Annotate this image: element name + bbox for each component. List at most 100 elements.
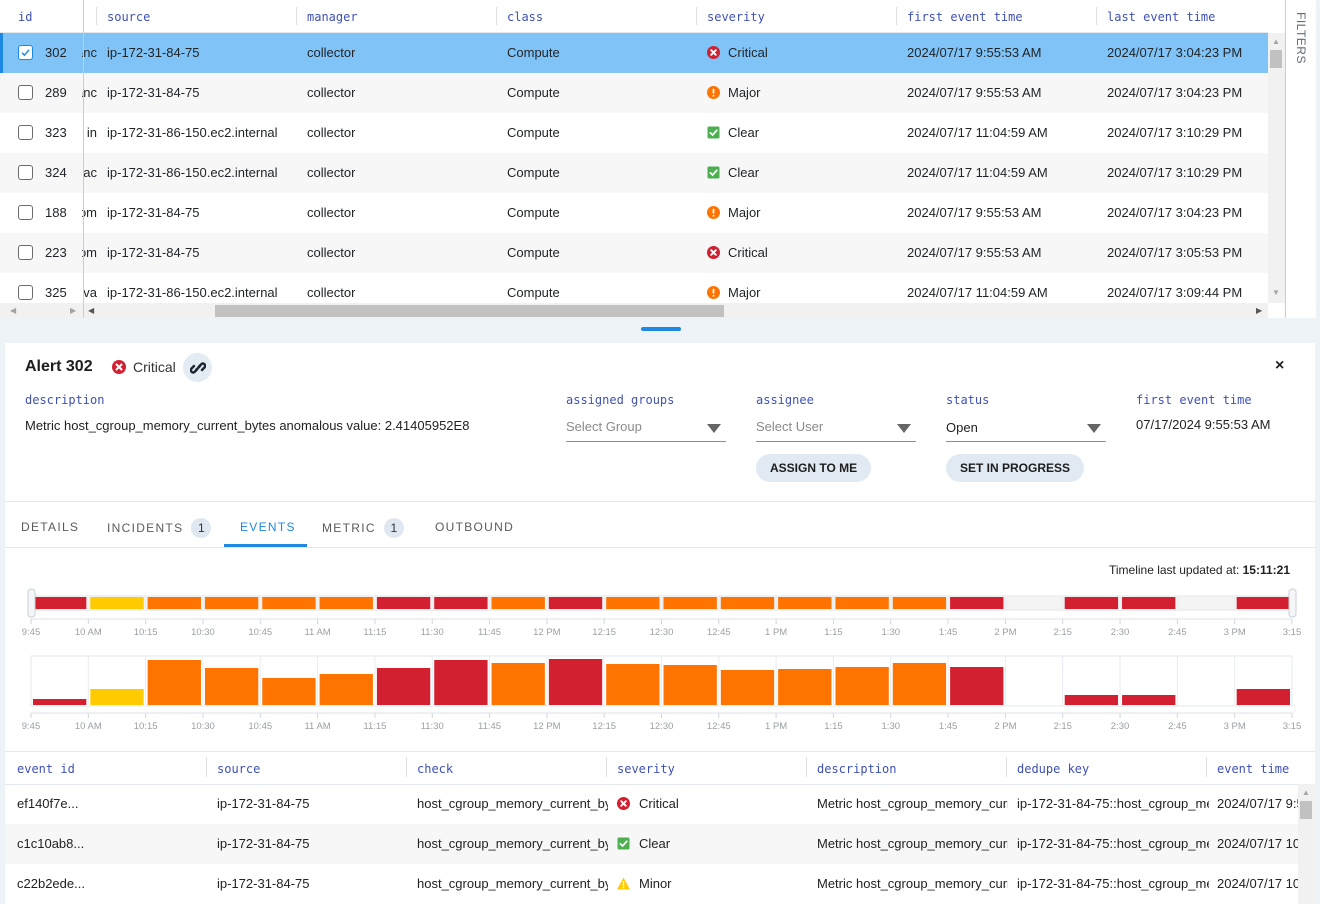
copy-link-button[interactable] [183,353,212,382]
table-row[interactable]: 223 om ip-172-31-84-75 collector Compute Crit… [0,233,1268,273]
column-header-source[interactable]: source [107,10,150,24]
status-value: Open [946,420,978,435]
tab-incidents[interactable]: INCIDENTS 1 [107,518,212,538]
column-header-source[interactable]: source [217,762,260,776]
tab-events[interactable]: EVENTS [240,520,296,534]
events-vertical-scrollbar[interactable]: ▲ [1298,784,1315,904]
scrollbar-thumb[interactable] [215,305,724,317]
x-tick-label: 3 PM [1224,627,1246,638]
row-checkbox[interactable] [18,165,33,180]
filters-panel-toggle[interactable]: FILTERS [1285,0,1316,318]
vertical-scrollbar[interactable]: ▲ ▼ [1268,33,1285,303]
divider [5,547,1315,548]
column-separator[interactable] [296,7,297,25]
close-button[interactable]: × [1275,357,1284,375]
status-select[interactable]: Open [946,414,1106,442]
column-header-severity[interactable]: severity [617,762,675,776]
assigned-groups-select[interactable]: Select Group [566,414,726,442]
critical-icon [707,246,720,259]
scroll-left-arrow-icon[interactable]: ◀ [88,306,94,315]
row-checkbox[interactable] [18,285,33,300]
table-row[interactable]: 188 om ip-172-31-84-75 collector Compute Majo… [0,193,1268,233]
timeline-strip-cell [835,597,889,609]
cell-clipped-column: om [82,205,97,220]
histogram-bar [319,674,373,705]
x-tick-label: 10:45 [248,627,272,638]
cell-first-event-time: 2024/07/17 11:04:59 AM [907,125,1048,140]
table-row[interactable]: c1c10ab8... ip-172-31-84-75 host_cgroup_me… [5,824,1298,864]
range-handle-left[interactable] [27,588,36,618]
column-separator[interactable] [896,7,897,25]
set-in-progress-button[interactable]: SET IN PROGRESS [946,454,1085,482]
column-separator[interactable] [1096,7,1097,25]
row-checkbox[interactable] [18,205,33,220]
table-row[interactable]: 302 anc ip-172-31-84-75 collector Compute Cri… [0,33,1268,73]
table-row[interactable]: 289 anc ip-172-31-84-75 collector Compute Maj… [0,73,1268,113]
panel-resize-handle[interactable] [641,327,681,331]
column-separator[interactable] [806,757,807,777]
timeline-strip-cell [376,597,431,609]
cell-clipped-column: ac [83,165,97,180]
row-checkbox[interactable] [18,125,33,140]
column-separator[interactable] [1006,757,1007,777]
scroll-left-arrow-icon[interactable]: ◀ [10,306,16,315]
x-tick-label: 2:45 [1168,721,1187,732]
column-header-event-id[interactable]: event id [17,762,75,776]
scroll-up-arrow-icon[interactable]: ▲ [1302,788,1310,797]
assignee-select[interactable]: Select User [756,414,916,442]
minor-icon [617,877,630,890]
histogram-bar [835,667,889,705]
row-checkbox[interactable] [18,85,33,100]
cell-last-event-time: 2024/07/17 3:04:23 PM [1107,205,1243,220]
column-separator[interactable] [696,7,697,25]
tab-label: DETAILS [21,520,80,534]
table-row[interactable]: 323 in ip-172-31-86-150.ec2.internal collec… [0,113,1268,153]
cell-id: 325 [45,285,67,300]
column-header-first-event-time[interactable]: first event time [907,10,1023,24]
timeline-strip-cell [1122,597,1176,609]
scrollbar-thumb[interactable] [1270,50,1282,68]
cell-severity: Major [728,85,761,100]
column-header-dedupe-key[interactable]: dedupe key [1017,762,1089,776]
table-row[interactable]: ef140f7e... ip-172-31-84-75 host_cgroup_me… [5,784,1298,824]
scroll-right-arrow-icon[interactable]: ▶ [70,306,76,315]
timeline-strip-cell [491,597,545,609]
column-header-check[interactable]: check [417,762,453,776]
column-separator[interactable] [1206,757,1207,777]
column-header-id[interactable]: id [18,10,32,24]
major-icon [707,86,720,99]
critical-icon [112,360,126,377]
column-separator[interactable] [206,757,207,777]
x-tick-label: 1:45 [939,627,958,638]
horizontal-scrollbar[interactable]: ◀ ▶ ◀ ▶ [0,303,1268,318]
scrollbar-thumb[interactable] [1300,801,1312,819]
alerts-grid-header: id source manager class severity first e… [0,0,1268,33]
column-header-severity[interactable]: severity [707,10,765,24]
x-tick-label: 2:15 [1053,627,1072,638]
table-row[interactable]: 325 va ip-172-31-86-150.ec2.internal collec… [0,273,1268,303]
row-checkbox[interactable] [18,245,33,260]
column-header-event-time[interactable]: event time [1217,762,1289,776]
table-row[interactable]: c22b2ede... ip-172-31-84-75 host_cgroup_me… [5,864,1298,904]
tab-metric[interactable]: METRIC 1 [322,518,404,538]
column-header-last-event-time[interactable]: last event time [1107,10,1215,24]
scroll-right-arrow-icon[interactable]: ▶ [1256,306,1262,315]
column-separator[interactable] [606,757,607,777]
column-separator[interactable] [496,7,497,25]
column-header-class[interactable]: class [507,10,543,24]
histogram-bar [606,664,660,705]
column-separator[interactable] [406,757,407,777]
scroll-up-arrow-icon[interactable]: ▲ [1272,37,1280,46]
tab-details[interactable]: DETAILS [21,520,79,534]
row-checkbox[interactable] [18,45,33,60]
cell-event-time: 2024/07/17 10 [1217,876,1298,891]
column-header-manager[interactable]: manager [307,10,358,24]
column-header-description[interactable]: description [817,762,896,776]
tab-outbound[interactable]: OUTBOUND [435,520,514,534]
range-handle-right[interactable] [1288,588,1297,618]
column-separator[interactable] [96,7,97,25]
scroll-down-arrow-icon[interactable]: ▼ [1272,288,1280,297]
table-row[interactable]: 324 ac ip-172-31-86-150.ec2.internal collec… [0,153,1268,193]
clear-icon [707,126,720,139]
assign-to-me-button[interactable]: ASSIGN TO ME [756,454,872,482]
